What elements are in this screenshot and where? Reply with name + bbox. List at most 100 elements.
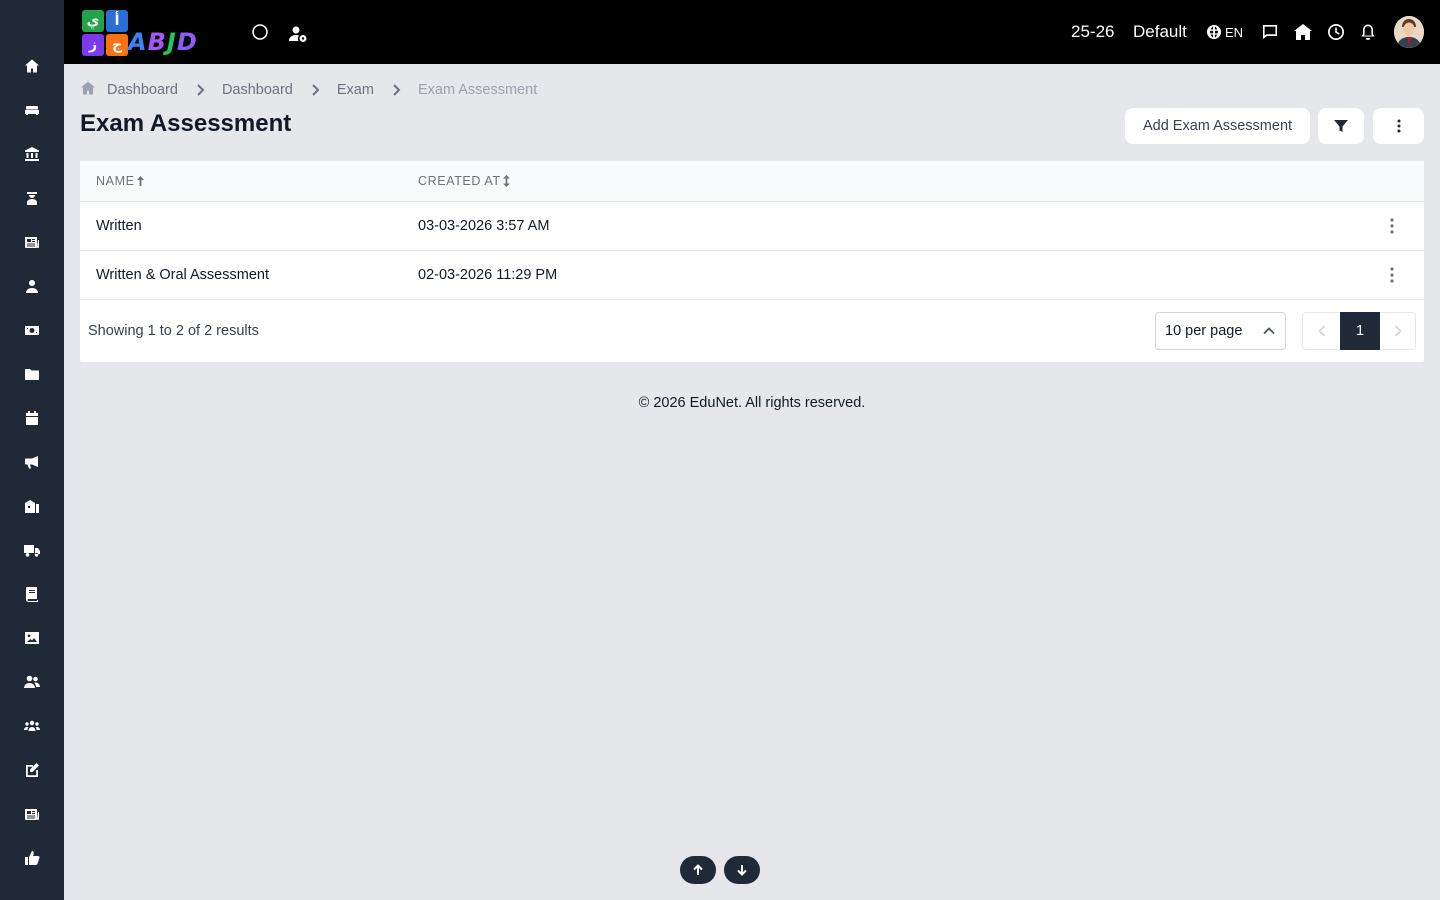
- cell-name: Written: [96, 218, 142, 234]
- logo-tile: ج: [106, 34, 128, 56]
- avatar-image: [1394, 16, 1424, 48]
- thumbs-up-icon: [25, 851, 40, 865]
- breadcrumb: Dashboard Dashboard Exam Exam Assessment: [80, 80, 537, 100]
- theme-toggle[interactable]: [248, 20, 272, 44]
- breadcrumb-current: Exam Assessment: [417, 82, 538, 98]
- sidebar-item-fees[interactable]: [20, 318, 44, 342]
- user-settings-button[interactable]: [286, 22, 310, 46]
- scroll-down-button[interactable]: [724, 856, 760, 884]
- cell-created-at: 03-03-2026 3:57 AM: [418, 218, 550, 234]
- sidebar-item-groups[interactable]: [20, 714, 44, 738]
- user-gear-icon: [289, 26, 307, 42]
- chevron-right-icon: [374, 84, 418, 96]
- sort-both-icon: [502, 175, 510, 187]
- pagination: 1: [1302, 312, 1416, 350]
- logo[interactable]: ي أ ز ج ABJD: [80, 8, 224, 56]
- row-actions-button[interactable]: [1382, 214, 1402, 238]
- sidebar-item-school[interactable]: [20, 494, 44, 518]
- sort-asc-icon: [136, 176, 144, 186]
- exam-assessment-table: NAME CREATED AT Written 03-03-2026 3:57 …: [80, 161, 1424, 362]
- sidebar-item-institution[interactable]: [20, 142, 44, 166]
- logo-letter: A: [128, 28, 148, 56]
- sidebar-item-furniture[interactable]: [20, 98, 44, 122]
- filter-button[interactable]: [1318, 108, 1364, 144]
- teacher-icon: [27, 192, 37, 205]
- topbar: ي أ ز ج ABJD 25-26 Default EN: [64, 0, 1440, 64]
- kebab-menu-icon: [1390, 218, 1394, 234]
- sidebar-item-files[interactable]: [20, 362, 44, 386]
- school-icon: [25, 500, 39, 513]
- breadcrumb-item[interactable]: Dashboard: [107, 82, 178, 98]
- column-header-name[interactable]: NAME: [96, 174, 145, 188]
- sidebar-item-reports[interactable]: [20, 802, 44, 826]
- globe-icon: [1207, 25, 1221, 39]
- session-label[interactable]: 25-26: [1071, 20, 1114, 44]
- kebab-menu-icon: [1397, 119, 1400, 133]
- home-icon: [25, 59, 39, 73]
- page-number-current[interactable]: 1: [1340, 312, 1380, 350]
- language-label: EN: [1225, 24, 1244, 40]
- avatar[interactable]: [1394, 16, 1424, 48]
- breadcrumb-home[interactable]: [80, 80, 96, 100]
- sidebar-item-news[interactable]: [20, 230, 44, 254]
- users-icon: [24, 675, 40, 688]
- logo-wordmark: ABJD: [128, 28, 198, 56]
- per-page-select[interactable]: 10 per page: [1155, 312, 1286, 350]
- breadcrumb-item[interactable]: Dashboard: [222, 82, 293, 98]
- row-actions-button[interactable]: [1382, 263, 1402, 287]
- messages-button[interactable]: [1258, 20, 1282, 44]
- clock-icon: [1328, 24, 1344, 40]
- previous-page-button[interactable]: [1303, 313, 1341, 349]
- results-summary: Showing 1 to 2 of 2 results: [88, 323, 259, 339]
- more-options-button[interactable]: [1373, 108, 1424, 144]
- chat-icon: [1263, 25, 1277, 39]
- newspaper-icon: [25, 809, 39, 820]
- sidebar-item-announcements[interactable]: [20, 450, 44, 474]
- edit-icon: [26, 763, 39, 777]
- sofa-icon: [25, 106, 39, 115]
- chevron-left-icon: [1318, 325, 1326, 337]
- table-row[interactable]: Written 03-03-2026 3:57 AM: [80, 202, 1424, 251]
- bell-icon: [1361, 24, 1375, 40]
- language-selector[interactable]: EN: [1207, 22, 1243, 42]
- circle-icon: [252, 24, 268, 40]
- logo-letter: B: [147, 28, 167, 56]
- calendar-icon: [26, 411, 38, 425]
- logo-letter: D: [176, 28, 198, 56]
- sidebar-item-library[interactable]: [20, 582, 44, 606]
- chevron-up-icon: [1263, 327, 1275, 335]
- sidebar-item-calendar[interactable]: [20, 406, 44, 430]
- logo-letter: J: [166, 28, 177, 56]
- sidebar-item-teacher[interactable]: [20, 186, 44, 210]
- home-icon: [81, 81, 95, 95]
- truck-icon: [24, 545, 40, 557]
- profile-label[interactable]: Default: [1133, 20, 1187, 44]
- scroll-up-button[interactable]: [680, 856, 716, 884]
- sidebar-item-feedback[interactable]: [20, 846, 44, 870]
- sidebar-item-home[interactable]: [20, 54, 44, 78]
- column-header-label: CREATED AT: [418, 174, 501, 188]
- school-home-icon: [1294, 24, 1312, 40]
- money-icon: [25, 326, 39, 335]
- add-exam-assessment-button[interactable]: Add Exam Assessment: [1125, 108, 1310, 144]
- newspaper-icon: [25, 237, 39, 248]
- sidebar-item-exams[interactable]: [20, 758, 44, 782]
- megaphone-icon: [25, 456, 38, 469]
- sidebar-item-transport[interactable]: [20, 538, 44, 562]
- chevron-right-icon: [1394, 325, 1402, 337]
- column-header-created-at[interactable]: CREATED AT: [418, 174, 511, 188]
- logo-tile: ز: [82, 34, 104, 56]
- sidebar-item-gallery[interactable]: [20, 626, 44, 650]
- notifications-button[interactable]: [1356, 20, 1380, 44]
- next-page-button[interactable]: [1379, 313, 1417, 349]
- logo-tile: أ: [106, 10, 128, 32]
- chevron-right-icon: [178, 84, 222, 96]
- breadcrumb-item[interactable]: Exam: [337, 82, 374, 98]
- table-row[interactable]: Written & Oral Assessment 02-03-2026 11:…: [80, 251, 1424, 300]
- home-button[interactable]: [1291, 20, 1315, 44]
- sidebar-item-users[interactable]: [20, 670, 44, 694]
- sidebar-item-students[interactable]: [20, 274, 44, 298]
- history-button[interactable]: [1324, 20, 1348, 44]
- per-page-value: 10 per page: [1165, 323, 1243, 339]
- cell-name: Written & Oral Assessment: [96, 267, 269, 283]
